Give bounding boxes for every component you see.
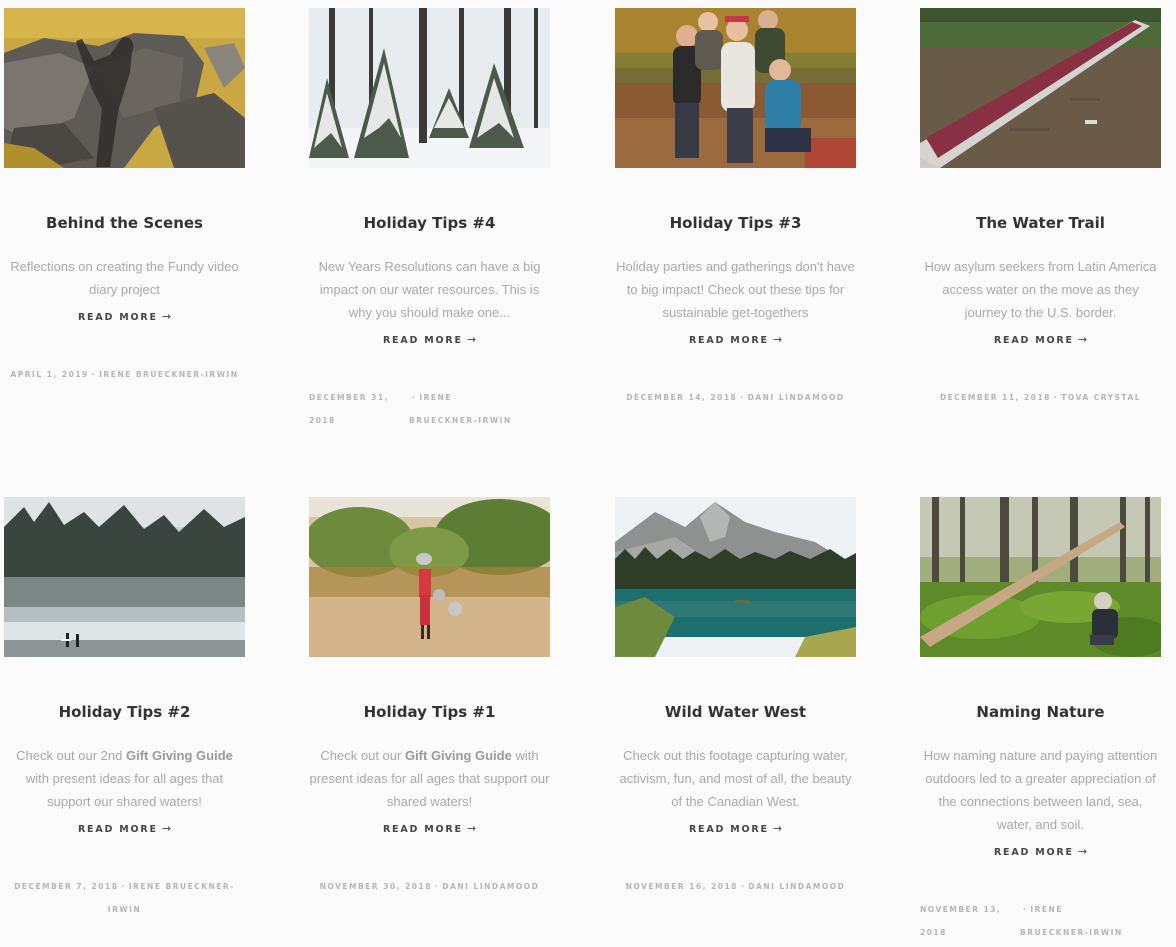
arrow-right-icon: → xyxy=(466,333,477,346)
read-more-link[interactable]: READ MORE → xyxy=(615,821,856,837)
arrow-right-icon: → xyxy=(161,310,172,323)
post-author[interactable]: IRENE BRUECKNER-IRWIN xyxy=(1020,905,1123,937)
post-excerpt: How asylum seekers from Latin America ac… xyxy=(924,259,1157,320)
post-title[interactable]: Holiday Tips #2 xyxy=(4,701,245,723)
post-card: Holiday Tips #1 Check out our Gift Givin… xyxy=(309,497,550,898)
post-excerpt: Holiday parties and gatherings don't hav… xyxy=(616,259,855,320)
arrow-right-icon: → xyxy=(772,333,783,346)
post-thumbnail-bridge[interactable] xyxy=(920,8,1161,168)
post-title[interactable]: The Water Trail xyxy=(920,212,1161,234)
read-more-label: READ MORE xyxy=(77,312,158,323)
post-thumbnail-misty-beach[interactable] xyxy=(4,497,245,657)
read-more-label: READ MORE xyxy=(382,824,463,835)
post-author[interactable]: IRENE BRUECKNER-IRWIN xyxy=(409,393,512,425)
read-more-link[interactable]: READ MORE → xyxy=(615,332,856,348)
post-meta: APRIL 1, 2019 · IRENE BRUECKNER-IRWIN xyxy=(4,363,245,386)
arrow-right-icon: → xyxy=(466,822,477,835)
meta-separator: · xyxy=(740,393,745,402)
arrow-right-icon: → xyxy=(161,822,172,835)
read-more-label: READ MORE xyxy=(382,335,463,346)
post-author[interactable]: DANI LINDAMOOD xyxy=(748,882,845,891)
post-meta: DECEMBER 31, 2018 · IRENE BRUECKNER-IRWIN xyxy=(309,386,550,432)
read-more-link[interactable]: READ MORE → xyxy=(920,332,1161,348)
post-excerpt: How naming nature and paying attention o… xyxy=(923,748,1158,832)
post-author[interactable]: DANI LINDAMOOD xyxy=(748,393,845,402)
post-card: The Water Trail How asylum seekers from … xyxy=(920,8,1161,409)
post-date: DECEMBER 14, 2018 xyxy=(626,393,738,402)
post-meta: NOVEMBER 30, 2018 · DANI LINDAMOOD xyxy=(309,875,550,898)
post-title[interactable]: Behind the Scenes xyxy=(4,212,245,234)
post-card: Behind the Scenes Reflections on creatin… xyxy=(4,8,245,386)
post-thumbnail-snowy-forest[interactable] xyxy=(309,8,550,168)
post-thumbnail-mountain-lake[interactable] xyxy=(615,497,856,657)
post-title[interactable]: Holiday Tips #1 xyxy=(309,701,550,723)
post-thumbnail-rock-shadow[interactable] xyxy=(4,8,245,168)
read-more-link[interactable]: READ MORE → xyxy=(4,821,245,837)
post-thumbnail-group-photo[interactable] xyxy=(615,8,856,168)
post-author[interactable]: IRENE BRUECKNER-IRWIN xyxy=(99,370,238,379)
post-excerpt: Check out our 2nd Gift Giving Guide with… xyxy=(16,748,233,809)
post-meta: DECEMBER 11, 2018 · TOVA CRYSTAL xyxy=(920,386,1161,409)
post-meta: NOVEMBER 13, 2018 · IRENE BRUECKNER-IRWIN xyxy=(920,898,1161,944)
read-more-label: READ MORE xyxy=(993,335,1074,346)
meta-separator: · xyxy=(740,882,746,891)
read-more-label: READ MORE xyxy=(688,335,769,346)
post-date: NOVEMBER 30, 2018 xyxy=(319,882,432,891)
read-more-link[interactable]: READ MORE → xyxy=(309,821,550,837)
post-title[interactable]: Holiday Tips #4 xyxy=(309,212,550,234)
post-excerpt: Check out this footage capturing water, … xyxy=(619,748,852,809)
post-excerpt: Check out our Gift Giving Guide with pre… xyxy=(309,748,550,809)
post-card: Holiday Tips #3 Holiday parties and gath… xyxy=(615,8,856,409)
meta-separator: · xyxy=(434,882,440,891)
meta-separator: · xyxy=(121,882,126,891)
post-meta: DECEMBER 14, 2018 · DANI LINDAMOOD xyxy=(615,386,856,409)
gift-guide-link[interactable]: Gift Giving Guide xyxy=(126,748,233,763)
post-thumbnail-woman-carrying-water[interactable] xyxy=(309,497,550,657)
read-more-label: READ MORE xyxy=(993,847,1074,858)
post-date: DECEMBER 7, 2018 xyxy=(14,882,119,891)
meta-separator: · xyxy=(1053,393,1059,402)
post-excerpt: New Years Resolutions can have a big imp… xyxy=(318,259,541,320)
post-date: NOVEMBER 16, 2018 xyxy=(625,882,738,891)
post-date: DECEMBER 31, 2018 xyxy=(309,393,389,425)
read-more-link[interactable]: READ MORE → xyxy=(920,844,1161,860)
arrow-right-icon: → xyxy=(772,822,783,835)
post-card: Holiday Tips #4 New Years Resolutions ca… xyxy=(309,8,550,432)
post-date: APRIL 1, 2019 xyxy=(10,370,89,379)
post-author[interactable]: TOVA CRYSTAL xyxy=(1061,393,1141,402)
read-more-label: READ MORE xyxy=(77,824,158,835)
meta-separator: · xyxy=(91,370,97,379)
meta-separator: · xyxy=(412,393,417,402)
post-title[interactable]: Holiday Tips #3 xyxy=(615,212,856,234)
post-card: Wild Water West Check out this footage c… xyxy=(615,497,856,898)
post-title[interactable]: Naming Nature xyxy=(920,701,1161,723)
arrow-right-icon: → xyxy=(1077,845,1088,858)
post-thumbnail-mossy-forest[interactable] xyxy=(920,497,1161,657)
arrow-right-icon: → xyxy=(1077,333,1088,346)
meta-separator: · xyxy=(1023,905,1028,914)
post-card: Holiday Tips #2 Check out our 2nd Gift G… xyxy=(4,497,245,921)
read-more-link[interactable]: READ MORE → xyxy=(4,309,245,325)
post-meta: DECEMBER 7, 2018 · IRENE BRUECKNER-IRWIN xyxy=(4,875,245,921)
read-more-link[interactable]: READ MORE → xyxy=(309,332,550,348)
post-title[interactable]: Wild Water West xyxy=(615,701,856,723)
read-more-label: READ MORE xyxy=(688,824,769,835)
post-date: NOVEMBER 13, 2018 xyxy=(920,905,1002,937)
post-date: DECEMBER 11, 2018 xyxy=(939,393,1051,402)
post-excerpt: Reflections on creating the Fundy video … xyxy=(10,259,239,297)
post-card: Naming Nature How naming nature and payi… xyxy=(920,497,1161,944)
gift-guide-link[interactable]: Gift Giving Guide xyxy=(405,748,512,763)
post-author[interactable]: DANI LINDAMOOD xyxy=(442,882,539,891)
post-meta: NOVEMBER 16, 2018 · DANI LINDAMOOD xyxy=(615,875,856,898)
